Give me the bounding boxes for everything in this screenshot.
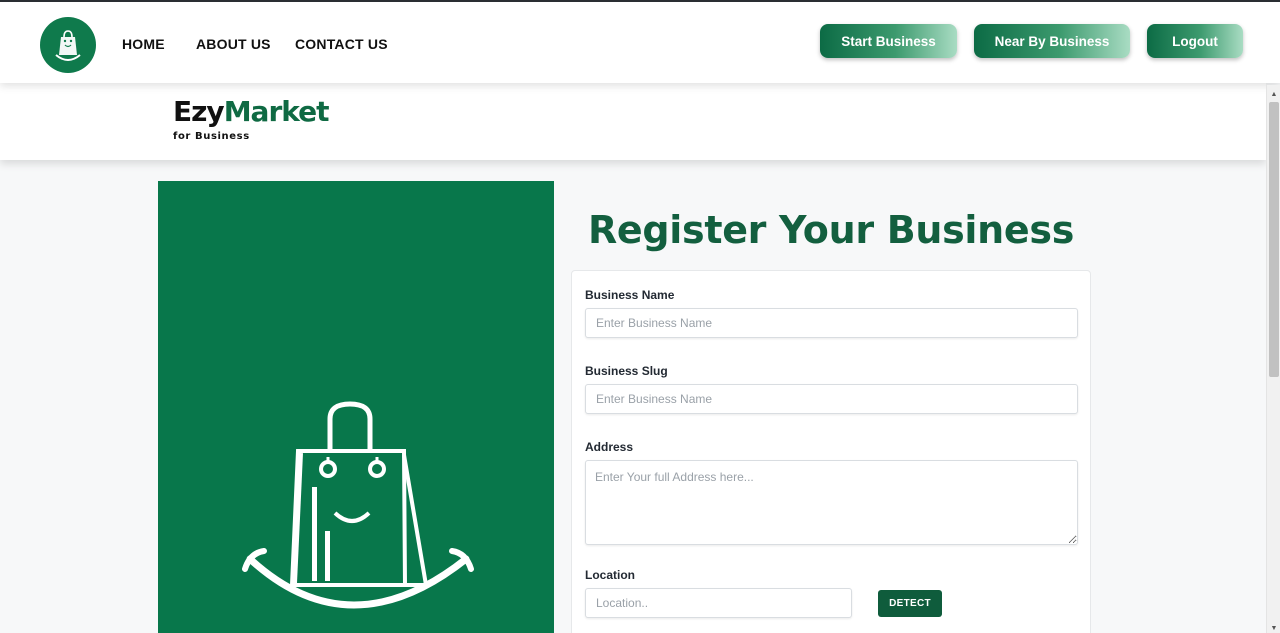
address-textarea[interactable]	[585, 460, 1078, 545]
brand-bar: EzyMarket for Business	[0, 83, 1266, 160]
shopping-bag-smile-icon	[242, 401, 474, 609]
scroll-up-arrow-icon[interactable]: ▲	[1267, 89, 1280, 99]
business-name-label: Business Name	[585, 288, 675, 302]
brand-logo-market: Market	[223, 95, 330, 128]
address-label: Address	[585, 440, 634, 454]
start-business-button[interactable]: Start Business	[820, 24, 957, 58]
business-slug-label: Business Slug	[585, 364, 668, 378]
brand-logo[interactable]: EzyMarket	[173, 95, 329, 129]
logo-icon[interactable]	[40, 17, 96, 73]
app-viewport: HOME ABOUT US CONTACT US Start Business …	[0, 0, 1280, 633]
business-slug-input[interactable]	[585, 384, 1078, 414]
page-scrollbar[interactable]: ▲ ▼	[1266, 85, 1280, 633]
nav-link-about-us[interactable]: ABOUT US	[196, 36, 271, 52]
brand-logo-ezy: Ezy	[173, 95, 225, 128]
nav-link-home[interactable]: HOME	[122, 36, 165, 52]
scroll-down-arrow-icon[interactable]: ▼	[1267, 623, 1280, 633]
shopping-bag-smile-icon	[55, 30, 81, 61]
nav-link-contact-us[interactable]: CONTACT US	[295, 36, 388, 52]
page-title: Register Your Business	[587, 208, 1075, 252]
top-navbar: HOME ABOUT US CONTACT US Start Business …	[0, 2, 1280, 83]
scrollbar-thumb[interactable]	[1269, 102, 1279, 377]
location-label: Location	[585, 568, 635, 582]
register-business-form: Business Name Business Slug Address Loca…	[571, 270, 1091, 633]
detect-location-button[interactable]: DETECT	[878, 590, 942, 617]
hero-panel	[158, 181, 554, 633]
location-input[interactable]	[585, 588, 852, 618]
business-name-input[interactable]	[585, 308, 1078, 338]
brand-tagline: for Business	[173, 131, 250, 142]
near-by-business-button[interactable]: Near By Business	[974, 24, 1130, 58]
logout-button[interactable]: Logout	[1147, 24, 1243, 58]
